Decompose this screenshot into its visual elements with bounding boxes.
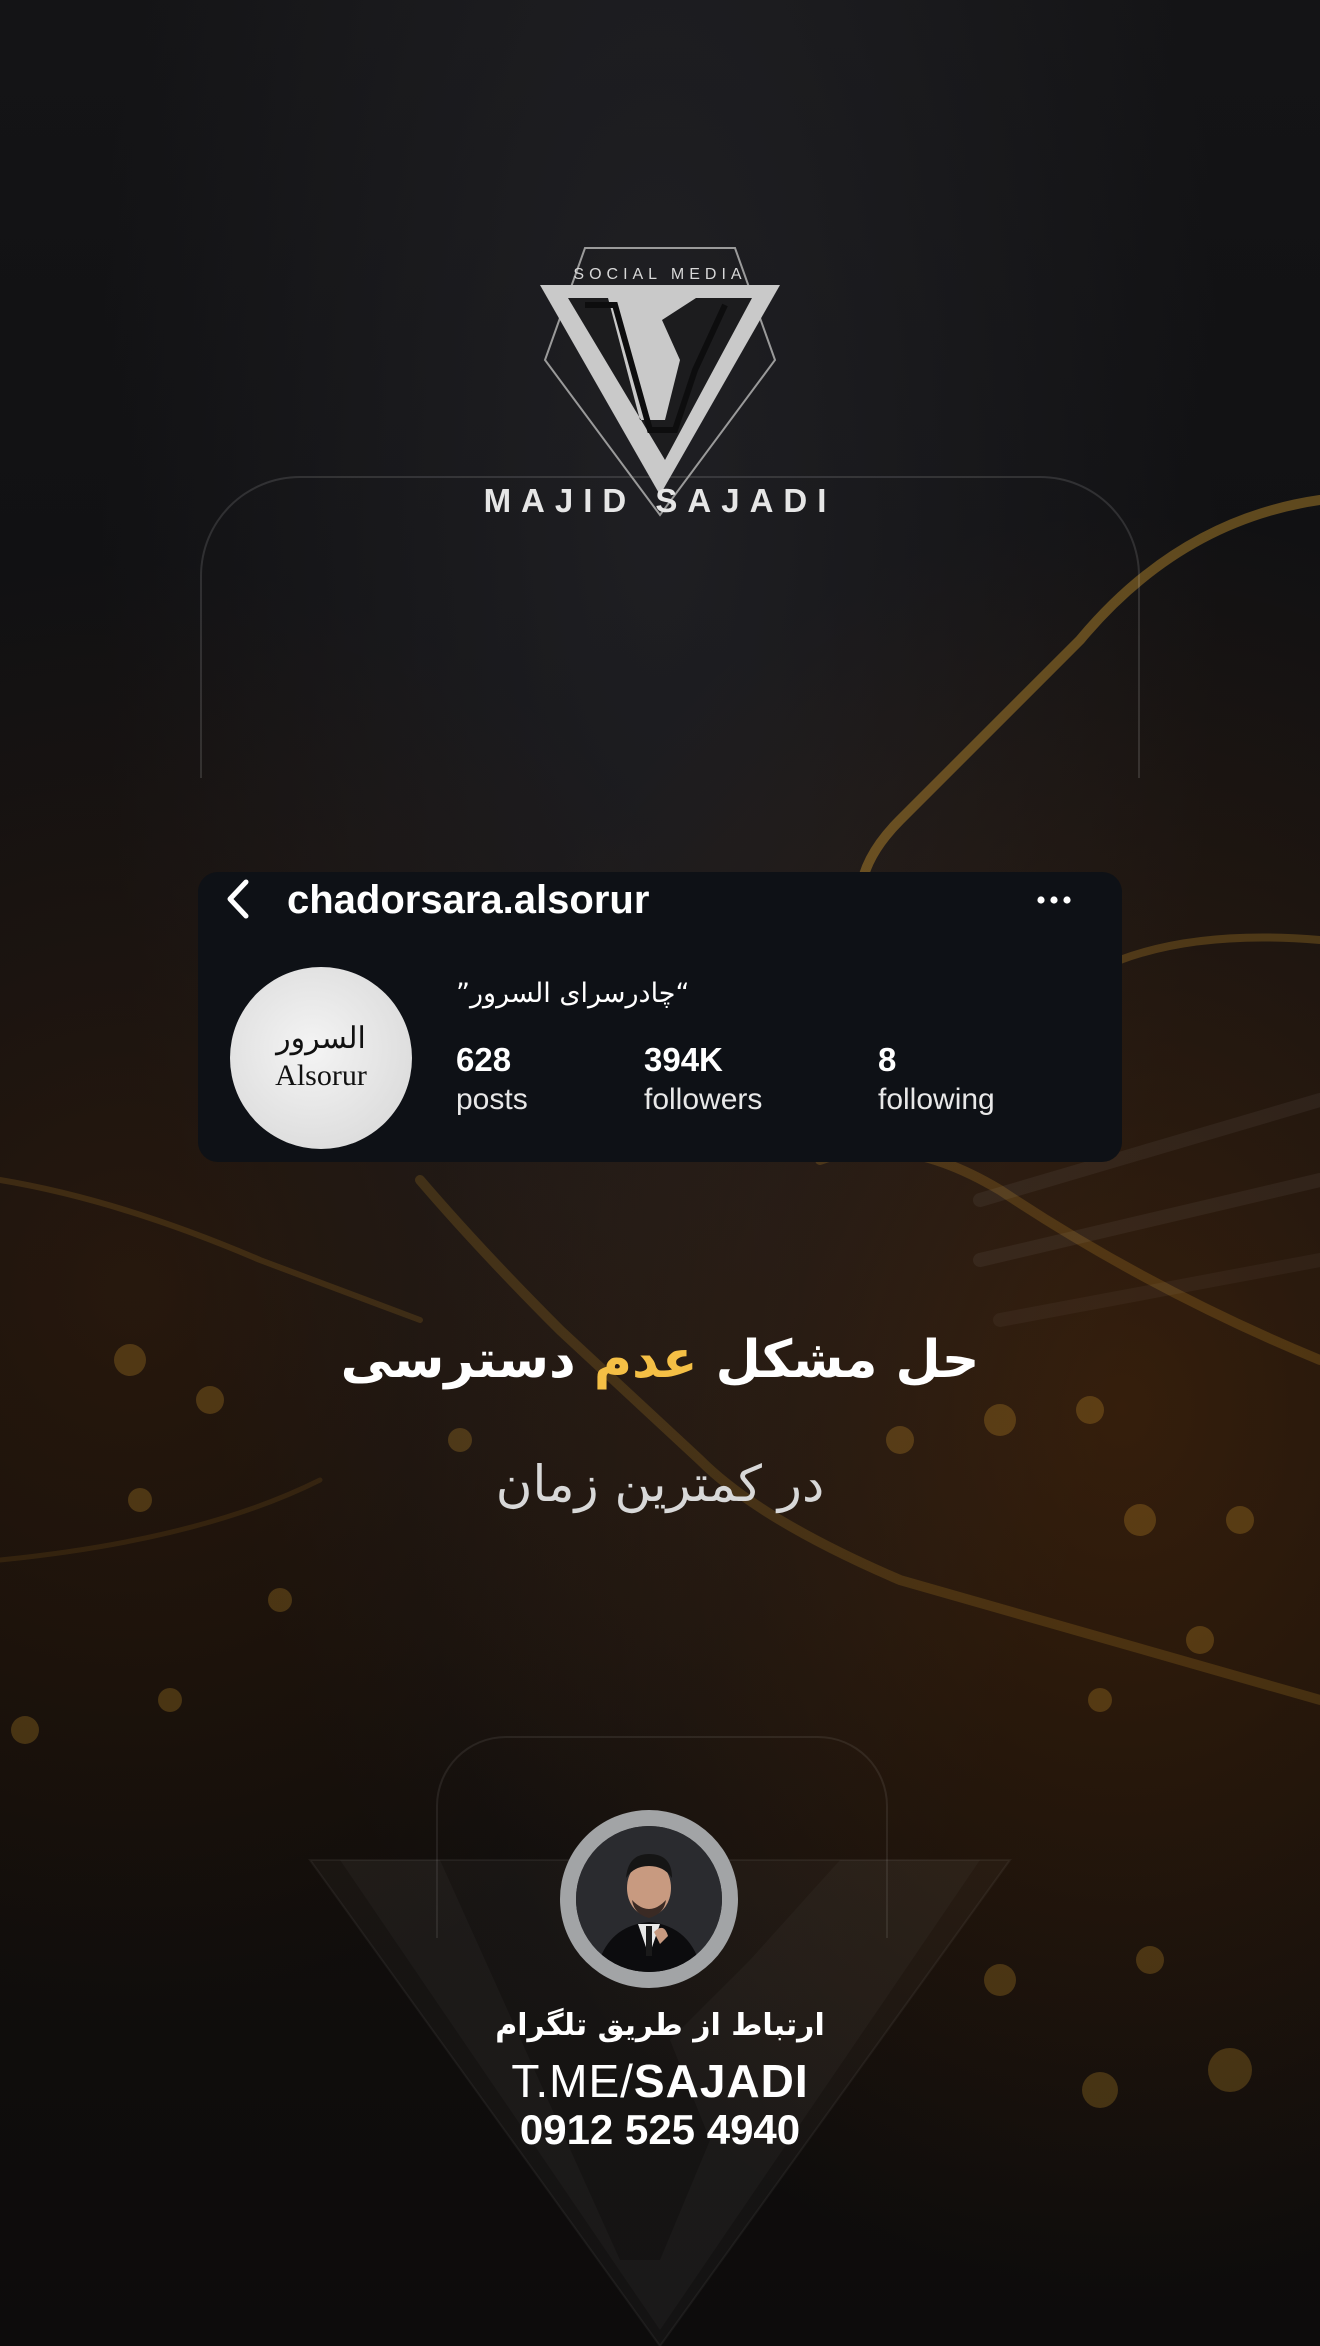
stat-label: posts xyxy=(456,1083,528,1116)
headline-part2: دسترسی xyxy=(340,1330,594,1390)
stat-followers[interactable]: 394K followers xyxy=(644,1040,762,1120)
stat-label: following xyxy=(878,1083,995,1116)
stat-label: followers xyxy=(644,1083,763,1116)
headline: حل مشکل عدم دسترسی xyxy=(0,1330,1320,1390)
profile-avatar[interactable]: السرور Alsorur xyxy=(230,967,412,1149)
profile-logo-latin: Alsorur xyxy=(275,1059,367,1092)
instagram-username: chadorsara.alsorur xyxy=(287,878,650,922)
brand-name: MAJID SAJADI xyxy=(483,482,837,519)
profile-logo-arabic: السرور xyxy=(276,1021,366,1056)
telegram-link-prefix: T.ME/ xyxy=(511,2055,634,2107)
poster-canvas: SOCIAL MEDIA MAJID SAJADI chadorsara.als… xyxy=(0,0,1320,2346)
chevron-left-icon[interactable] xyxy=(224,878,254,920)
telegram-link-user: SAJADI xyxy=(633,2055,809,2107)
more-horizontal-icon[interactable] xyxy=(1034,888,1074,912)
headline-part1: حل مشکل xyxy=(697,1330,980,1390)
telegram-link[interactable]: T.ME/SAJADI xyxy=(0,2054,1320,2108)
brand-subtitle: SOCIAL MEDIA xyxy=(573,266,747,283)
stat-value: 8 xyxy=(878,1041,897,1078)
stat-value: 628 xyxy=(456,1041,512,1078)
person-photo-icon xyxy=(576,1826,722,1972)
contact-phone[interactable]: 0912 525 4940 xyxy=(0,2106,1320,2154)
stat-posts[interactable]: 628 posts xyxy=(456,1040,528,1120)
subheadline: در کمترین زمان xyxy=(495,1455,825,1513)
headline-accent: عدم xyxy=(593,1330,698,1390)
stat-value: 394K xyxy=(644,1041,723,1078)
contact-avatar xyxy=(576,1826,722,1972)
contact-title: ارتباط از طریق تلگرام xyxy=(495,2008,825,2043)
stat-following[interactable]: 8 following xyxy=(878,1040,995,1120)
profile-display-name: “چادرسرای السرور” xyxy=(456,978,690,1009)
